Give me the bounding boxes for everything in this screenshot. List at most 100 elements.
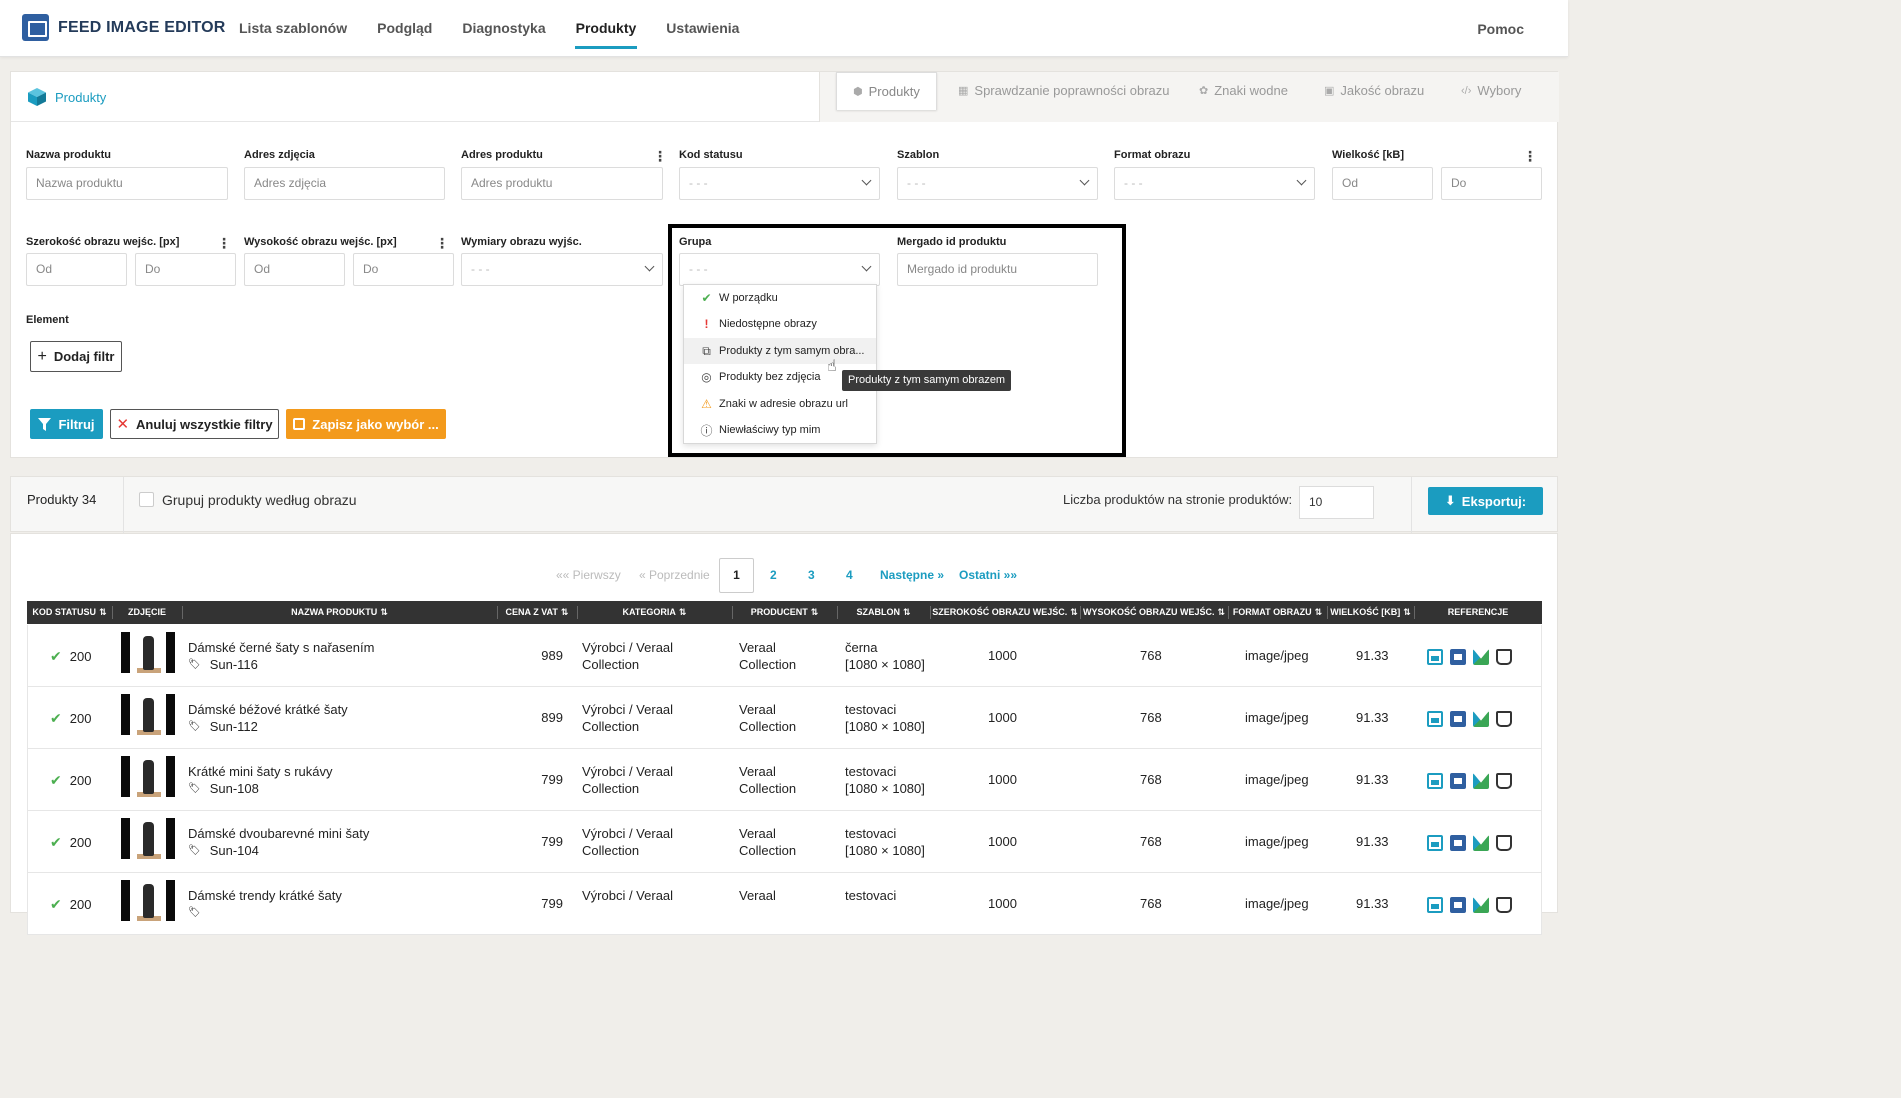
help-link[interactable]: Pomoc [1477, 21, 1524, 37]
group-option-ok[interactable]: ✔ W porządku [684, 285, 876, 311]
nav-produkty[interactable]: Produkty [561, 0, 652, 57]
status-code-select[interactable]: - - - [679, 167, 880, 200]
image-link-icon[interactable] [1427, 835, 1443, 851]
group-by-image-label[interactable]: Grupuj produkty według obrazu [162, 492, 357, 508]
product-name[interactable]: Dámské dvoubarevné mini šaty [188, 825, 369, 842]
page-3[interactable]: 3 [808, 568, 815, 582]
image-link-icon[interactable] [1427, 897, 1443, 913]
category-line: Collection [582, 781, 640, 796]
in-width-from-input[interactable]: Od [26, 253, 127, 286]
filter-button[interactable]: Filtruj [30, 409, 103, 439]
product-name[interactable]: Dámské béžové krátké šaty [188, 701, 348, 718]
output-image-icon[interactable] [1450, 711, 1466, 727]
mergado-icon[interactable] [1473, 835, 1489, 851]
in-width-to-input[interactable]: Do [135, 253, 236, 286]
output-image-icon[interactable] [1450, 773, 1466, 789]
cancel-all-filters-button[interactable]: ✕ Anuluj wszystkie filtry [110, 409, 279, 439]
page-last[interactable]: Ostatni »» [959, 568, 1017, 582]
col-size[interactable]: WIELKOŚĆ [KB] ⇅ [1327, 601, 1414, 624]
product-name[interactable]: Dámské černé šaty s nařasením [188, 639, 374, 656]
save-as-selection-button[interactable]: Zapisz jako wybór ... [286, 409, 446, 439]
option-label: Niewłaściwy typ mim [719, 424, 821, 436]
out-dims-select[interactable]: - - - [461, 253, 663, 286]
per-page-input[interactable]: 10 [1299, 486, 1374, 519]
table-row[interactable]: ✔ 200 Dámské černé šaty s nařasením 🏷 Sun-11… [27, 625, 1542, 687]
size-cell: 91.33 [1356, 648, 1389, 663]
tab-znaki-wodne[interactable]: ✿ Znaki wodne [1199, 72, 1288, 110]
more-options-icon[interactable]: ⋮ [435, 236, 449, 250]
in-height-from-input[interactable]: Od [244, 253, 345, 286]
output-image-icon[interactable] [1450, 835, 1466, 851]
group-option-unavailable[interactable]: ! Niedostępne obrazy [684, 311, 876, 337]
product-thumbnail[interactable] [121, 880, 175, 921]
shop-basket-icon[interactable] [1496, 773, 1512, 789]
col-format[interactable]: FORMAT OBRAZU ⇅ [1228, 601, 1327, 624]
template-select[interactable]: - - - [897, 167, 1098, 200]
col-category[interactable]: KATEGORIA ⇅ [577, 601, 732, 624]
nav-podglad[interactable]: Podgląd [362, 0, 447, 57]
product-thumbnail[interactable] [121, 756, 175, 797]
shop-basket-icon[interactable] [1496, 835, 1512, 851]
product-url-input[interactable]: Adres produktu [461, 167, 663, 200]
group-by-image-checkbox[interactable] [139, 492, 154, 507]
mergado-icon[interactable] [1473, 649, 1489, 665]
product-thumbnail[interactable] [121, 694, 175, 735]
group-option-mime[interactable]: ⓘ Niewłaściwy typ mim [684, 417, 876, 443]
export-button[interactable]: ⬇ Eksportuj: [1428, 487, 1543, 515]
col-name[interactable]: NAZWA PRODUKTU ⇅ [182, 601, 497, 624]
image-link-icon[interactable] [1427, 773, 1443, 789]
add-filter-button[interactable]: + Dodaj filtr [30, 341, 122, 372]
mergado-icon[interactable] [1473, 897, 1489, 913]
nav-ustawienia[interactable]: Ustawienia [651, 0, 754, 57]
group-option-same-image[interactable]: ⧉ Produkty z tym samym obra... [684, 338, 876, 364]
output-image-icon[interactable] [1450, 649, 1466, 665]
product-name-input[interactable]: Nazwa produktu [26, 167, 228, 200]
product-thumbnail[interactable] [121, 818, 175, 859]
more-options-icon[interactable]: ⋮ [653, 149, 667, 163]
name-cell: Dámské černé šaty s nařasením 🏷 Sun-116 [188, 639, 374, 673]
tab-sprawdzanie[interactable]: ▦ Sprawdzanie poprawności obrazu [958, 72, 1170, 110]
image-link-icon[interactable] [1427, 711, 1443, 727]
shop-basket-icon[interactable] [1496, 897, 1512, 913]
col-template[interactable]: SZABLON ⇅ [837, 601, 930, 624]
col-producer[interactable]: PRODUCENT ⇅ [732, 601, 837, 624]
more-options-icon[interactable]: ⋮ [217, 236, 231, 250]
paw-icon: ✿ [1199, 85, 1209, 97]
tab-produkty[interactable]: ⬢ Produkty [836, 72, 937, 110]
image-link-icon[interactable] [1427, 649, 1443, 665]
more-options-icon[interactable]: ⋮ [1523, 149, 1537, 163]
product-name[interactable]: Krátké mini šaty s rukávy [188, 763, 333, 780]
size-from-input[interactable]: Od [1332, 167, 1433, 200]
image-format-select[interactable]: - - - [1114, 167, 1315, 200]
mergado-icon[interactable] [1473, 773, 1489, 789]
table-row[interactable]: ✔ 200 Dámské dvoubarevné mini šaty 🏷 Sun-104… [27, 811, 1542, 873]
page-4[interactable]: 4 [846, 568, 853, 582]
col-in-width[interactable]: SZEROKOŚĆ OBRAZU WEJŚC. ⇅ [930, 601, 1080, 624]
output-image-icon[interactable] [1450, 897, 1466, 913]
mergado-icon[interactable] [1473, 711, 1489, 727]
category-line: Výrobci / Veraal [582, 702, 674, 717]
size-to-input[interactable]: Do [1441, 167, 1542, 200]
table-row[interactable]: ✔ 200 Dámské trendy krátké šaty 🏷 799 Výrobci… [27, 873, 1542, 935]
category-cell: Výrobci / Veraal Collection [582, 763, 673, 797]
page-1[interactable]: 1 [719, 558, 754, 593]
product-thumbnail[interactable] [121, 632, 175, 673]
image-url-input[interactable]: Adres zdjęcia [244, 167, 445, 200]
group-option-url-chars[interactable]: ⚠ Znaki w adresie obrazu url [684, 391, 876, 417]
in-height-to-input[interactable]: Do [353, 253, 454, 286]
nav-lista-szablonow[interactable]: Lista szablonów [224, 0, 362, 57]
tab-wybory[interactable]: ‹/› Wybory [1461, 72, 1521, 110]
nav-diagnostyka[interactable]: Diagnostyka [447, 0, 560, 57]
col-status[interactable]: KOD STATUSU ⇅ [27, 601, 112, 624]
col-price[interactable]: CENA Z VAT ⇅ [497, 601, 577, 624]
product-name[interactable]: Dámské trendy krátké šaty [188, 887, 342, 904]
table-row[interactable]: ✔ 200 Krátké mini šaty s rukávy 🏷 Sun-108 799… [27, 749, 1542, 811]
shop-basket-icon[interactable] [1496, 649, 1512, 665]
table-row[interactable]: ✔ 200 Dámské béžové krátké šaty 🏷 Sun-112 899… [27, 687, 1542, 749]
col-in-height[interactable]: WYSOKOŚĆ OBRAZU WEJŚC. ⇅ [1080, 601, 1228, 624]
tab-jakosc-obrazu[interactable]: ▣ Jakość obrazu [1324, 72, 1424, 110]
label-template: Szablon [897, 149, 940, 161]
page-2[interactable]: 2 [770, 568, 777, 582]
shop-basket-icon[interactable] [1496, 711, 1512, 727]
page-next[interactable]: Następne » [880, 568, 944, 582]
